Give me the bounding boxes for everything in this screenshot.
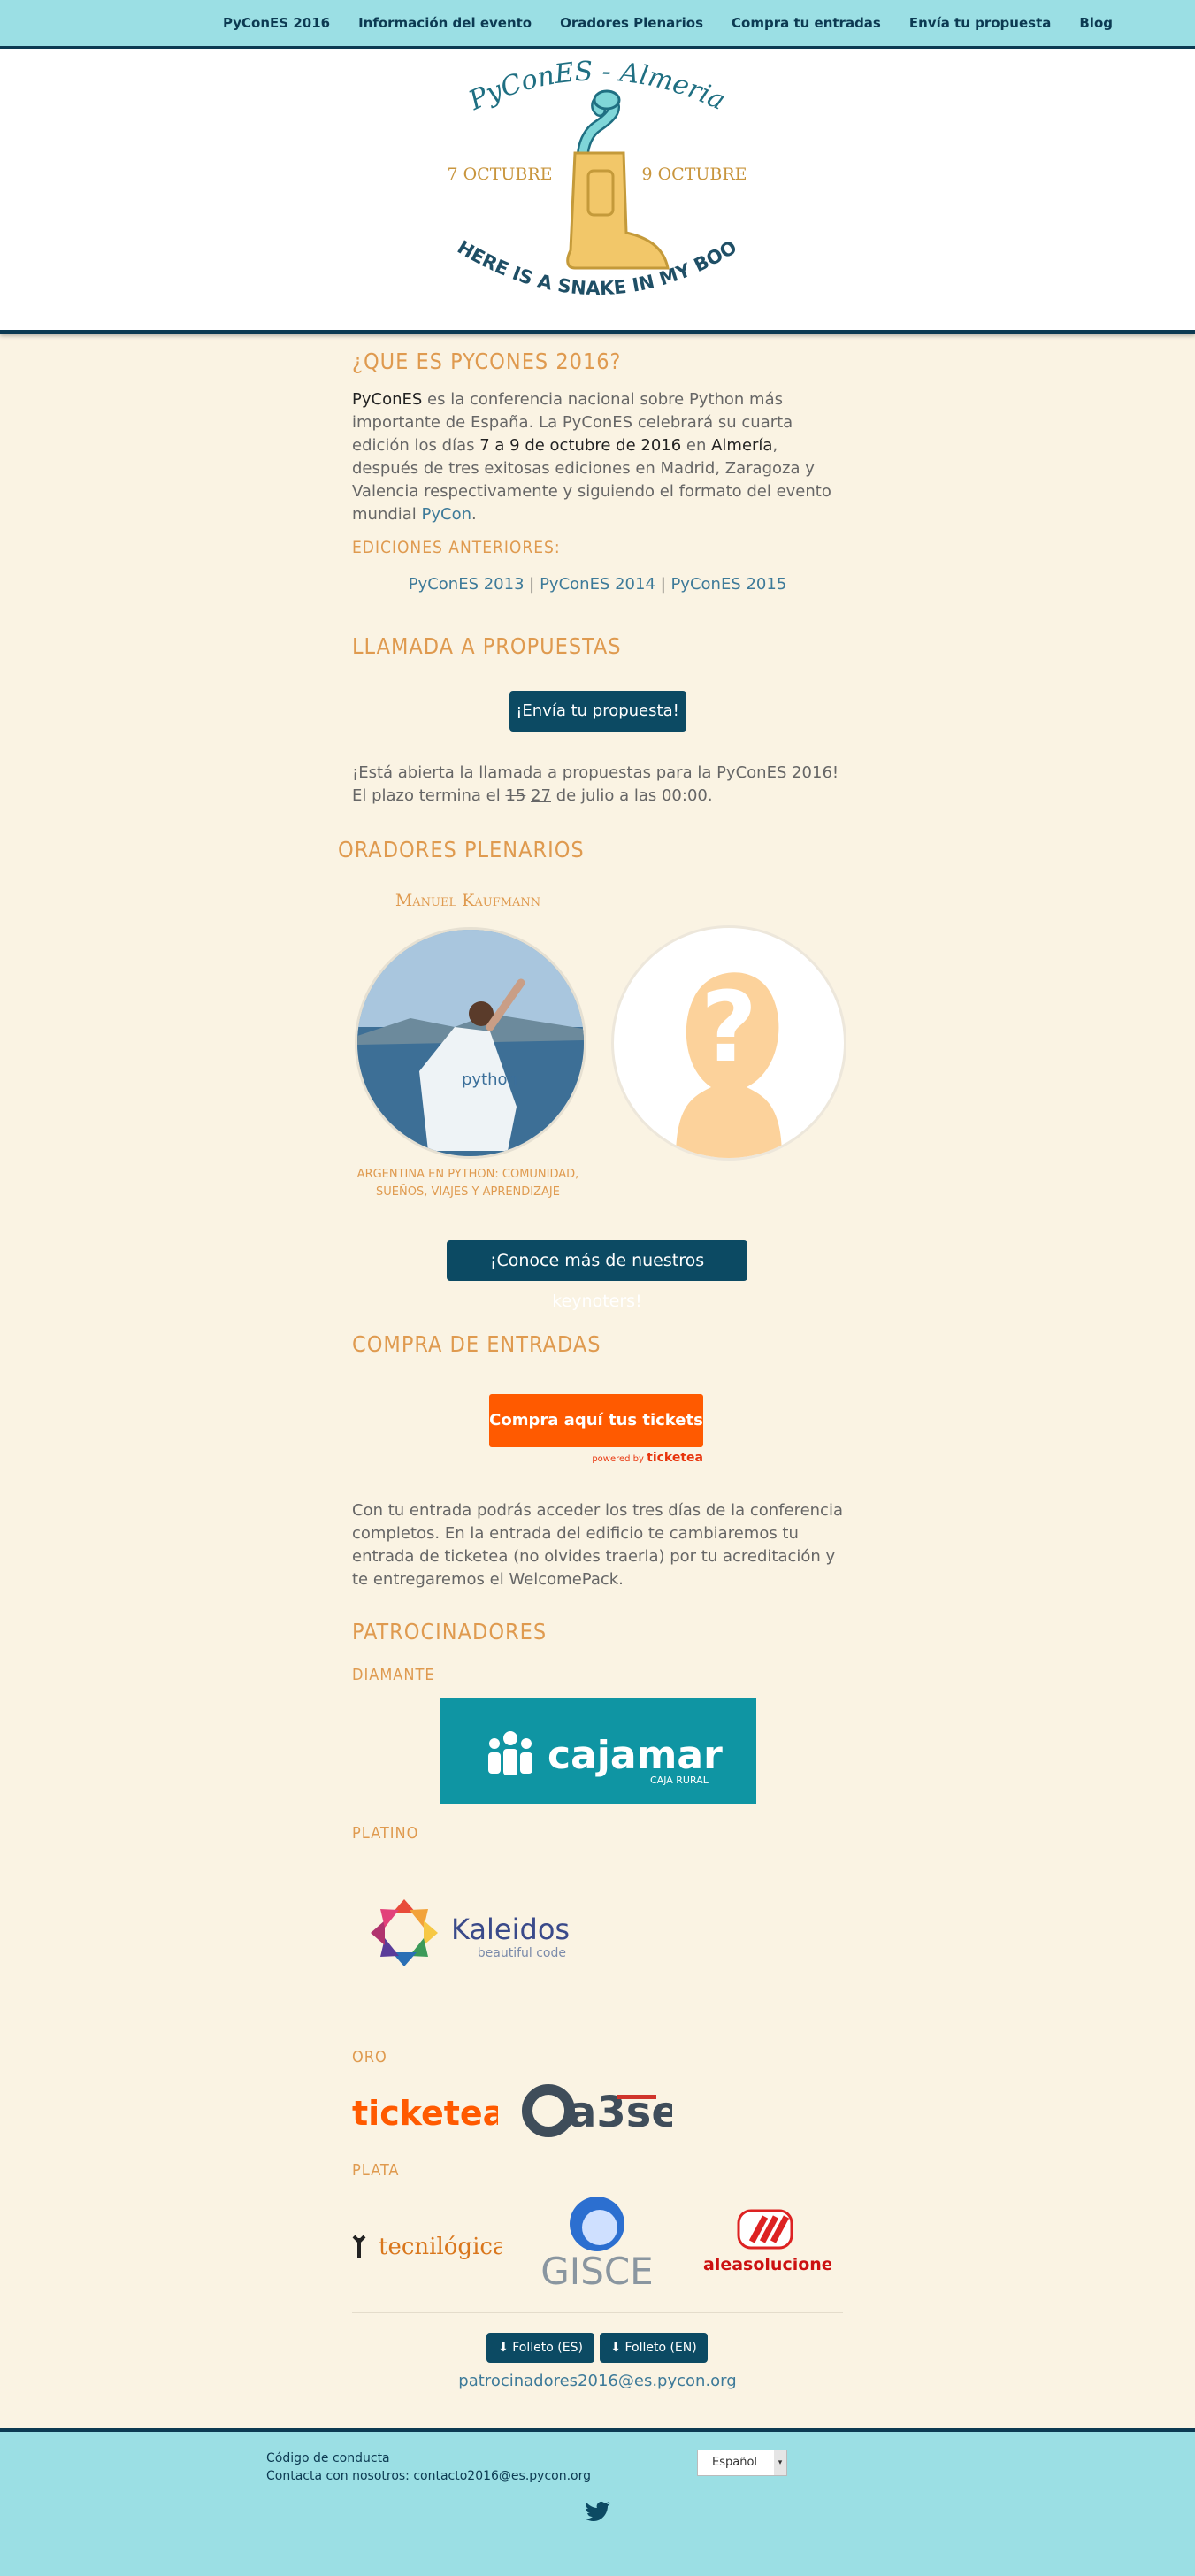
nav-item-blog[interactable]: Blog [1079, 15, 1113, 31]
header-banner: PyConES - Almeria 7 OCTUBRE 9 OCTUBRE TH… [0, 49, 1195, 334]
cfp-new-day: 27 [531, 786, 551, 805]
about-city: Almería [711, 436, 773, 455]
kaleidos-logo[interactable]: Kaleidos beautiful code [367, 1893, 579, 1973]
speaker-photo[interactable]: python [355, 927, 586, 1159]
a3sec-logo[interactable]: a3sec [522, 2081, 705, 2143]
download-icon: ⬇ [498, 2341, 509, 2355]
brochure-es-button[interactable]: ⬇ Folleto (ES) [486, 2333, 594, 2363]
nav-item-pycones-2016[interactable]: PyConES 2016 [223, 15, 330, 31]
edition-link-2014[interactable]: PyConES 2014 [540, 575, 655, 594]
editions-heading: Ediciones anteriores: [352, 538, 561, 557]
logo-date-right: 9 OCTUBRE [641, 165, 747, 184]
sponsors-gold-heading: Oro [352, 2048, 387, 2066]
tickets-text: Con tu entrada podrás acceder los tres d… [352, 1501, 843, 1589]
tecnilogica-logo[interactable]: tecnilógica [352, 2222, 506, 2266]
gisce-logo-text: GISCE [540, 2250, 653, 2293]
sponsors-platinum-heading: Platino [352, 1824, 419, 1843]
mystery-question-mark: ? [701, 970, 757, 1084]
nav-item-tickets[interactable]: Compra tu entradas [732, 15, 881, 31]
footer: Código de conducta Contacta con nosotros… [0, 2428, 1195, 2576]
tecnilogica-logo-text: tecnilógica [379, 2234, 502, 2260]
cfp-heading: Llamada a propuestas [352, 633, 622, 659]
brochure-buttons: ⬇ Folleto (ES) ⬇ Folleto (EN) [486, 2333, 708, 2363]
svg-text:python: python [462, 1070, 517, 1089]
logo-date-left: 7 OCTUBRE [447, 165, 552, 184]
speaker-talk-title: Argentina en Python: comunidad, sueños, … [356, 1168, 579, 1199]
keynotes-heading: Oradores Plenarios [338, 837, 585, 862]
aleasoluciones-logo-text: aleasoluciones [703, 2255, 831, 2274]
download-icon: ⬇ [610, 2341, 621, 2355]
powered-by-text: powered by [592, 1454, 644, 1464]
sponsors-diamond-heading: Diamante [352, 1666, 435, 1684]
mystery-speaker-placeholder: ? [611, 925, 846, 1161]
cfp-text-part2: de julio a las 00:00. [551, 786, 713, 805]
sponsors-divider [352, 2312, 843, 2313]
editions-section: Ediciones anteriores: PyConES 2013 | PyC… [352, 538, 843, 594]
gisce-logo[interactable]: GISCE [522, 2196, 672, 2293]
language-select-value: Español [712, 2456, 758, 2469]
about-end: . [471, 505, 477, 524]
edition-separator: | [660, 575, 666, 594]
about-heading: ¿Que es PyConES 2016? [352, 349, 622, 374]
about-part2: en [681, 436, 712, 455]
tickets-heading: Compra de entradas [352, 1331, 601, 1357]
buy-tickets-button[interactable]: Compra aquí tus tickets [489, 1394, 703, 1447]
chevron-down-icon: ▾ [774, 2450, 786, 2475]
nav-item-cfp[interactable]: Envía tu propuesta [909, 15, 1052, 31]
kaleidos-name: Kaleidos [451, 1913, 570, 1946]
contact-text[interactable]: Contacta con nosotros: contacto2016@es.p… [266, 2469, 591, 2483]
code-of-conduct-link[interactable]: Código de conducta [266, 2451, 390, 2465]
cfp-text: ¡Está abierta la llamada a propuestas pa… [352, 762, 843, 808]
brochure-en-label: Folleto (EN) [624, 2341, 697, 2355]
editions-links: PyConES 2013 | PyConES 2014 | PyConES 20… [352, 575, 843, 594]
edition-separator: | [529, 575, 535, 594]
aleasoluciones-logo[interactable]: aleasoluciones [699, 2206, 843, 2277]
nav-menu: PyConES 2016 Información del evento Orad… [223, 0, 1113, 46]
cajamar-logo[interactable]: cajamar CAJA RURAL [440, 1698, 756, 1804]
speaker-name: Manuel Kaufmann [395, 891, 541, 910]
submit-proposal-button[interactable]: ¡Envía tu propuesta! [509, 691, 686, 732]
pycones-logo[interactable]: PyConES - Almeria 7 OCTUBRE 9 OCTUBRE TH… [442, 56, 752, 321]
edition-link-2013[interactable]: PyConES 2013 [409, 575, 525, 594]
kaleidos-sub: beautiful code [478, 1946, 566, 1960]
sponsors-email-link[interactable]: patrocinadores2016@es.pycon.org [352, 2372, 843, 2390]
brochure-en-button[interactable]: ⬇ Folleto (EN) [600, 2333, 708, 2363]
twitter-icon[interactable] [585, 2501, 611, 2522]
sponsors-section: Patrocinadores Diamante [352, 1619, 843, 1684]
pycon-link[interactable]: PyCon [422, 505, 472, 524]
sponsors-silver-heading: Plata [352, 2161, 400, 2180]
nav-item-event-info[interactable]: Información del evento [358, 15, 532, 31]
ticketea-logo[interactable]: ticketea [352, 2089, 505, 2134]
sponsors-heading: Patrocinadores [352, 1619, 548, 1644]
powered-by-ticketea: powered by ticketea [489, 1451, 703, 1465]
top-navbar: PyConES 2016 Información del evento Orad… [0, 0, 1195, 49]
ticketea-logo-text: ticketea [352, 2094, 498, 2133]
brochure-es-label: Folleto (ES) [512, 2341, 583, 2355]
about-section: ¿Que es PyConES 2016? PyConES es la conf… [352, 349, 843, 526]
nav-item-keynotes[interactable]: Oradores Plenarios [560, 15, 703, 31]
powered-by-brand: ticketea [647, 1451, 703, 1465]
cfp-old-day: 15 [505, 786, 526, 805]
cfp-section: Llamada a propuestas ¡Envía tu propuesta… [352, 633, 843, 808]
cajamar-name: cajamar [548, 1733, 723, 1778]
about-strong-pycones: PyConES [352, 390, 423, 409]
cajamar-sub: CAJA RURAL [650, 1775, 709, 1786]
more-keynoters-button[interactable]: ¡Conoce más de nuestros keynoters! [447, 1240, 747, 1311]
about-dates: 7 a 9 de octubre de 2016 [479, 436, 682, 455]
about-text: PyConES es la conferencia nacional sobre… [352, 388, 843, 526]
tickets-section: Compra de entradas [352, 1331, 843, 1357]
edition-link-2015[interactable]: PyConES 2015 [670, 575, 786, 594]
language-select[interactable]: Español ▾ [697, 2450, 787, 2476]
